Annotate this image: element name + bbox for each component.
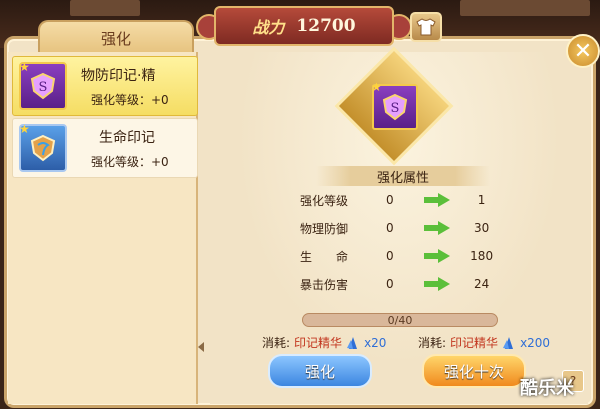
attr-after: 180 <box>470 249 494 263</box>
cost-qty: x200 <box>520 335 551 350</box>
blue-shield-emblem-icon: ★ <box>19 122 67 172</box>
list-item-life-emblem[interactable]: ★ 生命印记 强化等级：+0 <box>12 118 198 178</box>
purple-shield-emblem-icon: ★ S <box>371 80 418 130</box>
close-button[interactable]: ✕ <box>566 34 600 68</box>
item-level: 强化等级：+0 <box>91 154 169 169</box>
collapse-arrow-icon[interactable] <box>198 342 204 352</box>
svg-text:S: S <box>39 80 48 95</box>
cost-single: 消耗: 印记精华 x20 <box>262 334 386 351</box>
green-arrow-icon <box>419 277 456 291</box>
watermark-logo: 酷乐米 <box>520 378 574 399</box>
enhance-progress-bar: 0/40 <box>302 313 498 327</box>
green-arrow-icon <box>419 221 456 235</box>
progress-text: 0/40 <box>387 313 413 327</box>
attr-name: 暴击伤害 <box>300 277 349 292</box>
attr-before: 0 <box>385 193 394 207</box>
cost-item-name: 印记精华 <box>294 336 343 350</box>
outfit-button[interactable] <box>410 12 442 42</box>
emblem-list: ★ S 物防印记·精 强化等级：+0 ★ 生命印记 强化等级：+0 <box>8 52 204 404</box>
enhance-ten-button[interactable]: 强化十次 <box>422 354 526 388</box>
shirt-icon <box>416 18 436 36</box>
star-icon: ★ <box>19 60 30 74</box>
tab-enhance[interactable]: 强化 <box>38 20 194 54</box>
power-label: 战力 <box>252 18 285 37</box>
green-arrow-icon <box>419 193 456 207</box>
tab-enhance-label: 强化 <box>100 29 131 48</box>
section-title: 强化属性 <box>316 166 490 186</box>
attr-after: 1 <box>477 193 486 207</box>
item-name: 物防印记·精 <box>81 67 156 84</box>
attr-before: 0 <box>385 221 394 235</box>
crystal-icon <box>347 336 358 349</box>
item-level: 强化等级：+0 <box>91 92 169 107</box>
svg-text:S: S <box>391 101 400 116</box>
cost-label: 消耗: <box>262 336 291 350</box>
power-value: 12700 <box>296 16 356 36</box>
attribute-row: 生 命 0 180 <box>300 246 500 266</box>
enhance-button[interactable]: 强化 <box>268 354 372 388</box>
close-icon: ✕ <box>573 38 593 64</box>
attr-name: 物理防御 <box>300 221 349 236</box>
attr-after: 24 <box>473 277 490 291</box>
attribute-row: 强化等级 0 1 <box>300 190 500 210</box>
cost-ten: 消耗: 印记精华 x200 <box>418 334 550 351</box>
combat-power-banner: 战力 12700 <box>214 6 394 46</box>
green-arrow-icon <box>419 249 456 263</box>
attribute-row: 物理防御 0 30 <box>300 218 500 238</box>
attr-before: 0 <box>385 249 394 263</box>
star-icon: ★ <box>19 122 30 136</box>
star-icon: ★ <box>371 80 382 94</box>
crystal-icon <box>503 336 514 349</box>
purple-shield-emblem-icon: ★ S <box>19 60 67 110</box>
attr-before: 0 <box>385 277 394 291</box>
cost-qty: x20 <box>364 335 387 350</box>
list-item-physical-defense-emblem[interactable]: ★ S 物防印记·精 强化等级：+0 <box>12 56 198 116</box>
attr-name: 生 命 <box>300 249 349 264</box>
cost-label: 消耗: <box>418 336 447 350</box>
attr-name: 强化等级 <box>300 193 349 208</box>
attribute-row: 暴击伤害 0 24 <box>300 274 500 294</box>
item-name: 生命印记 <box>99 129 155 146</box>
attr-after: 30 <box>473 221 490 235</box>
cost-item-name: 印记精华 <box>450 336 499 350</box>
